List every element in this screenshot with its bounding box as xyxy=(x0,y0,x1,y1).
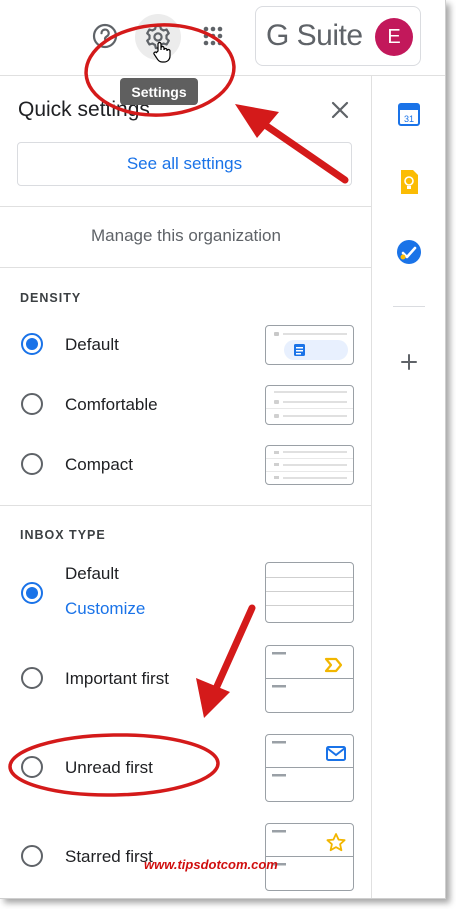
density-compact-radio[interactable] xyxy=(21,453,43,475)
density-comfortable-radio[interactable] xyxy=(21,393,43,415)
density-default-radio[interactable] xyxy=(21,333,43,355)
inbox-starred-first-preview xyxy=(265,823,354,891)
density-default-label[interactable]: Default xyxy=(65,335,119,355)
density-heading: DENSITY xyxy=(20,291,82,305)
density-comfortable-label[interactable]: Comfortable xyxy=(65,395,158,415)
inbox-unread-first-preview xyxy=(265,734,354,802)
strip-divider xyxy=(393,306,425,307)
screenshot-frame: G Suite E Settings Quick settings See al… xyxy=(0,0,446,899)
avatar[interactable]: E xyxy=(375,18,413,56)
inbox-starred-first-radio[interactable] xyxy=(21,845,43,867)
density-default-preview xyxy=(265,325,354,365)
calendar-icon[interactable]: 31 xyxy=(395,100,423,128)
inbox-important-first-preview xyxy=(265,645,354,713)
divider xyxy=(0,505,372,506)
quick-settings-panel: Quick settings See all settings Manage t… xyxy=(0,76,372,898)
add-icon[interactable] xyxy=(395,348,423,376)
inbox-important-first-label[interactable]: Important first xyxy=(65,669,169,689)
hand-cursor-icon xyxy=(153,41,171,63)
tasks-icon[interactable] xyxy=(395,238,423,266)
divider xyxy=(0,206,372,207)
inbox-default-radio[interactable] xyxy=(21,582,43,604)
inbox-starred-first-label[interactable]: Starred first xyxy=(65,847,153,867)
inbox-default-label[interactable]: Default xyxy=(65,564,119,584)
calendar-day: 31 xyxy=(404,114,414,124)
density-comfortable-preview xyxy=(265,385,354,425)
settings-gear-button[interactable] xyxy=(135,14,181,63)
apps-grid-icon[interactable] xyxy=(197,20,229,52)
inbox-default-preview xyxy=(265,562,354,623)
help-icon[interactable] xyxy=(89,20,121,52)
density-compact-label[interactable]: Compact xyxy=(65,455,133,475)
inbox-unread-first-label[interactable]: Unread first xyxy=(65,758,153,778)
manage-organization-link[interactable]: Manage this organization xyxy=(0,226,372,246)
inbox-unread-first-radio[interactable] xyxy=(21,756,43,778)
keep-icon[interactable] xyxy=(395,168,423,196)
see-all-settings-button[interactable]: See all settings xyxy=(17,142,352,186)
density-compact-preview xyxy=(265,445,354,485)
settings-tooltip: Settings xyxy=(120,78,198,105)
gsuite-logo: G Suite xyxy=(266,19,363,52)
close-icon[interactable] xyxy=(326,96,354,124)
side-panel-strip: 31 xyxy=(373,76,445,898)
inbox-type-heading: INBOX TYPE xyxy=(20,528,106,542)
top-bar: G Suite E xyxy=(0,0,445,76)
customize-link[interactable]: Customize xyxy=(65,599,145,619)
divider xyxy=(0,267,372,268)
gsuite-account-switcher[interactable]: G Suite E xyxy=(255,6,421,66)
watermark: www.tipsdotcom.com xyxy=(144,857,278,872)
inbox-important-first-radio[interactable] xyxy=(21,667,43,689)
